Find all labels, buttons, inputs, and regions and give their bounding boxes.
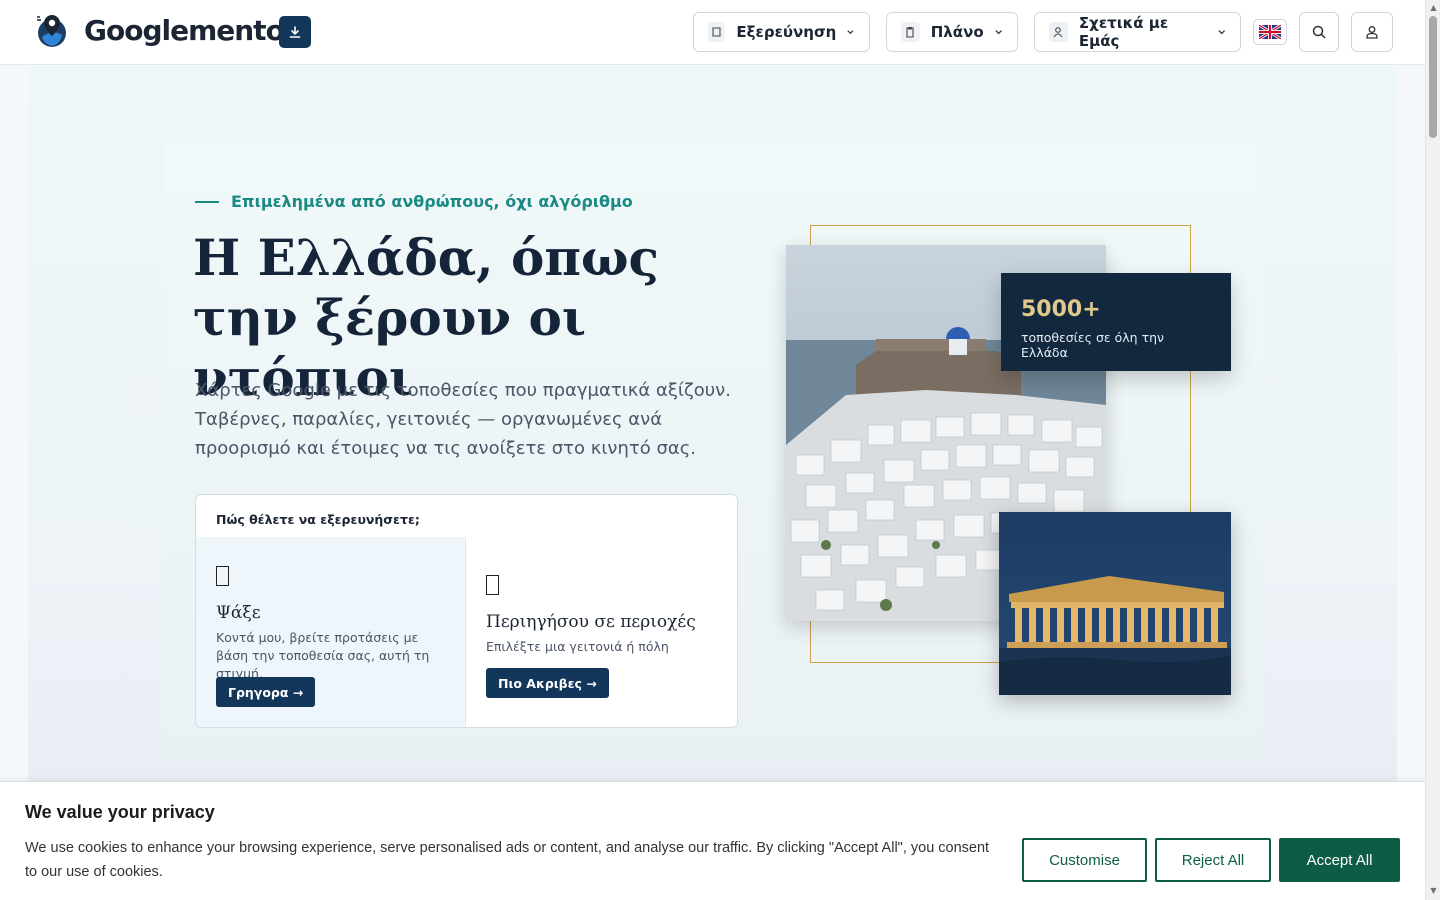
explore-option-browse[interactable]: Περιηγήσου σε περιοχές Επιλέξτε μια γειτ… [466,537,737,727]
search-button[interactable] [1299,12,1339,52]
chevron-down-icon [847,30,854,35]
option-title: Ψάξε [216,603,261,623]
option-description: Κοντά μου, βρείτε προτάσεις με βάση την … [216,630,430,681]
hero-subtitle: Χάρτες Google με τις τοποθεσίες που πραγ… [195,380,731,459]
explore-option-search[interactable]: Ψάξε Κοντά μου, βρείτε προτάσεις με βάση… [196,537,466,727]
stat-card: 5000+ τοποθεσίες σε όλη την Ελλάδα [1001,273,1231,371]
download-icon [289,26,301,38]
eyebrow-text: Επιμελημένα από ανθρώπους, όχι αλγόριθμο [231,192,633,211]
nav-plan-button[interactable]: Πλάνο [886,12,1018,52]
language-button[interactable] [1253,19,1287,45]
explore-card: Πώς θέλετε να εξερευνήσετε; Ψάξε Κοντά μ… [195,494,738,728]
nav-explore-button[interactable]: Εξερεύνηση [693,12,870,52]
nav-about-label: Σχετικά με Εμάς [1078,14,1169,50]
search-icon [1312,25,1326,39]
explore-card-heading: Πώς θέλετε να εξερευνήσετε; [216,512,420,527]
cookie-text: We use cookies to enhance your browsing … [25,840,990,880]
nav-about-button[interactable]: Σχετικά με Εμάς [1034,12,1241,52]
stat-number: 5000+ [1021,297,1101,322]
cookie-title: We value your privacy [25,802,215,822]
reject-all-button[interactable]: Reject All [1155,838,1271,882]
logo-icon[interactable] [35,13,69,49]
eyebrow-line [195,200,219,203]
scroll-down-arrow-icon[interactable]: ▼ [1429,886,1438,895]
missing-glyph-icon [216,566,229,586]
option-description: Επιλέξτε μια γειτονιά ή πόλη [486,639,669,654]
book-icon [708,22,726,42]
site-header: Googlementor Εξερεύνηση Πλάνο Σχετικά με… [0,0,1425,65]
download-button[interactable] [279,16,311,48]
logo-text[interactable]: Googlementor [84,14,298,47]
account-button[interactable] [1351,12,1393,52]
clipboard-icon [901,22,920,42]
chevron-down-icon [995,30,1002,35]
page-scrollbar[interactable]: ▲ ▼ [1425,0,1440,900]
chevron-down-icon [1217,30,1225,35]
stat-label: τοποθεσίες σε όλη την Ελλάδα [1021,330,1164,360]
user-icon [1366,26,1378,39]
parthenon-photo [999,512,1231,695]
scrollbar-thumb[interactable] [1429,16,1437,138]
accept-all-button[interactable]: Accept All [1279,838,1400,882]
nav-explore-label: Εξερεύνηση [736,23,837,41]
customise-button[interactable]: Customise [1022,838,1147,882]
missing-glyph-icon [486,575,499,595]
browse-areas-button[interactable]: Πιο Ακριβες → [486,668,609,698]
cookie-banner: We value your privacy We use cookies to … [0,781,1425,900]
option-title: Περιηγήσου σε περιοχές [486,612,696,632]
uk-flag-icon [1259,25,1281,39]
quick-search-button[interactable]: Γρηγορα → [216,677,316,707]
hero-eyebrow: Επιμελημένα από ανθρώπους, όχι αλγόριθμο [195,192,633,211]
person-icon [1049,22,1068,42]
scroll-up-arrow-icon[interactable]: ▲ [1429,3,1438,12]
nav-plan-label: Πλάνο [930,23,984,41]
